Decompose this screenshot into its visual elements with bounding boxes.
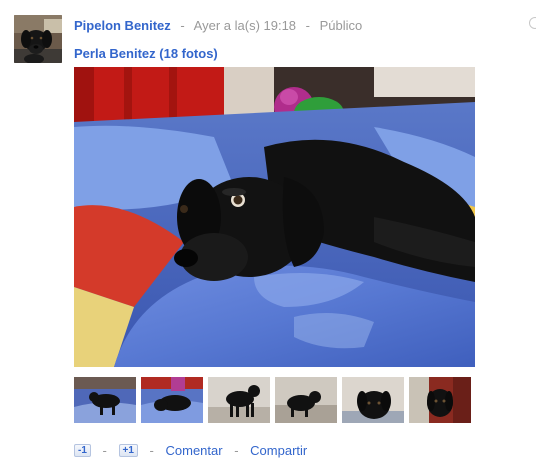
post-timestamp[interactable]: Ayer a la(s) 19:18 xyxy=(194,18,296,33)
action-separator: - xyxy=(149,443,154,458)
photo-thumbnail[interactable] xyxy=(141,377,203,423)
minus-one-button[interactable]: -1 xyxy=(74,444,91,458)
visibility-label[interactable]: Público xyxy=(320,18,363,33)
share-link[interactable]: Compartir xyxy=(250,443,307,458)
album-title-link[interactable]: Perla Benitez (18 fotos) xyxy=(74,46,218,62)
header-separator: - xyxy=(180,18,185,33)
header-separator: - xyxy=(305,18,311,33)
post-actions: -1 - +1 - Comentar - Compartir xyxy=(74,443,307,459)
action-separator: - xyxy=(102,443,107,458)
photo-thumbnail[interactable] xyxy=(74,377,136,423)
photo-thumbnail[interactable] xyxy=(342,377,404,423)
post-header: Pipelon Benitez - Ayer a la(s) 19:18 - P… xyxy=(74,18,362,34)
plus-one-button[interactable]: +1 xyxy=(118,444,138,458)
photo-thumbnail[interactable] xyxy=(208,377,270,423)
main-photo[interactable] xyxy=(74,67,475,367)
post-options-icon[interactable] xyxy=(529,17,536,29)
photo-thumbnail[interactable] xyxy=(409,377,471,423)
comment-link[interactable]: Comentar xyxy=(166,443,223,458)
photo-thumbnail[interactable] xyxy=(275,377,337,423)
author-name-link[interactable]: Pipelon Benitez xyxy=(74,18,171,33)
action-separator: - xyxy=(234,443,239,458)
author-avatar[interactable] xyxy=(14,15,62,63)
thumbnail-strip xyxy=(74,377,474,423)
